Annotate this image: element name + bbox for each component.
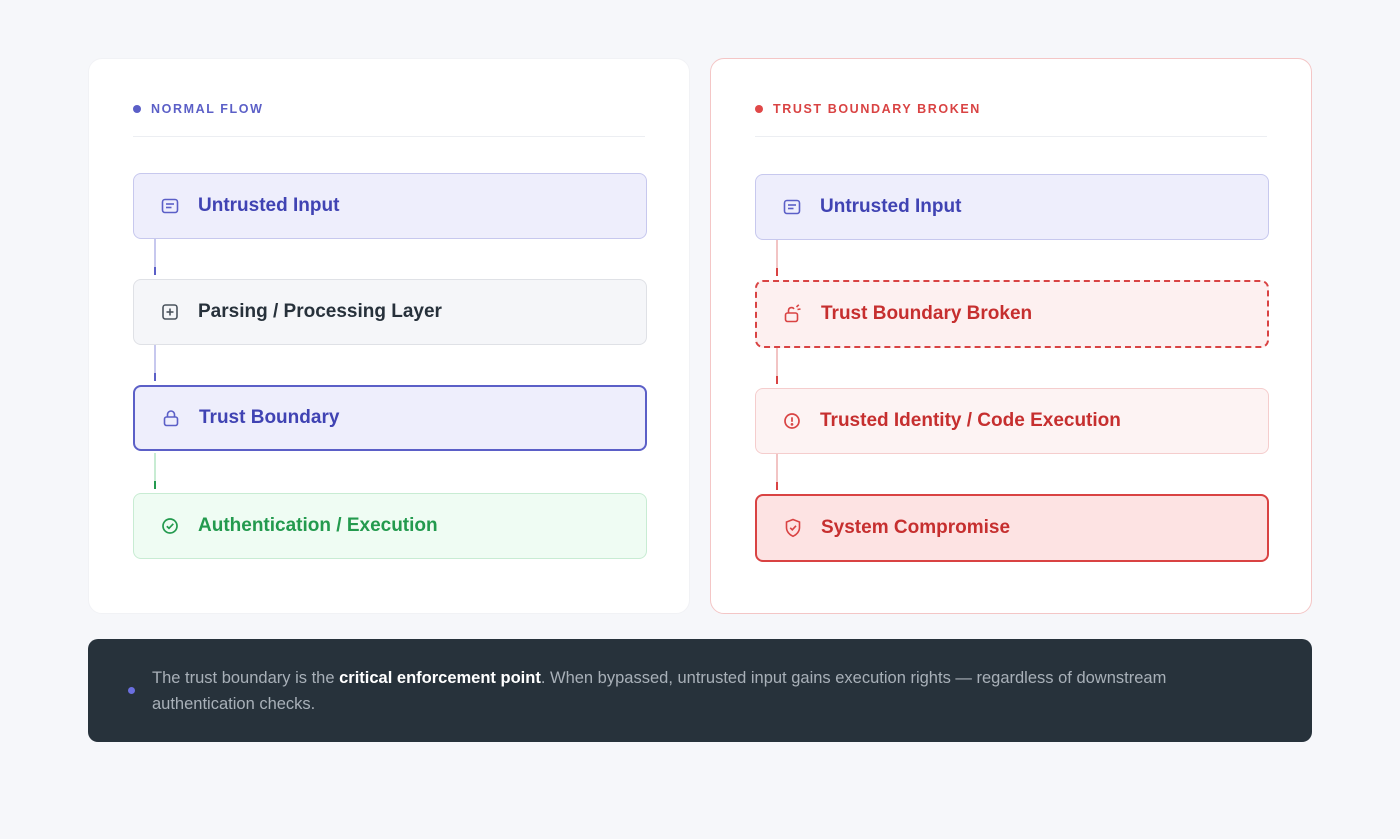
trust-boundary-broken-panel: TRUST BOUNDARY BROKEN Untrusted Input Tr… bbox=[710, 58, 1312, 614]
node-label: Trust Boundary bbox=[199, 407, 340, 428]
node-system-compromise: System Compromise bbox=[755, 494, 1269, 562]
bullet-dot bbox=[128, 687, 135, 694]
node-label: System Compromise bbox=[821, 517, 1011, 538]
plus-square-icon bbox=[160, 302, 180, 322]
status-dot bbox=[755, 104, 763, 113]
node-untrusted-input: Untrusted Input bbox=[755, 174, 1269, 240]
panel-title: NORMAL FLOW bbox=[151, 101, 264, 116]
node-trust-boundary: Trust Boundary bbox=[133, 385, 647, 451]
flow-connector bbox=[776, 454, 778, 490]
note-text: The trust boundary is the critical enfor… bbox=[152, 665, 1272, 717]
unlock-icon bbox=[783, 304, 803, 324]
node-label: Parsing / Processing Layer bbox=[198, 301, 442, 322]
node-parsing-layer: Parsing / Processing Layer bbox=[133, 279, 647, 345]
message-icon bbox=[782, 197, 802, 217]
check-circle-icon bbox=[160, 516, 180, 536]
node-trust-boundary-broken: Trust Boundary Broken bbox=[755, 280, 1269, 348]
panel-title: TRUST BOUNDARY BROKEN bbox=[773, 101, 981, 116]
flow-connector bbox=[776, 240, 778, 276]
note-emphasis: critical enforcement point bbox=[339, 668, 541, 687]
flow-connector bbox=[154, 453, 156, 489]
node-label: Untrusted Input bbox=[198, 195, 340, 216]
panel-header: NORMAL FLOW bbox=[133, 59, 645, 137]
flow-connector bbox=[154, 345, 156, 381]
node-trusted-identity: Trusted Identity / Code Execution bbox=[755, 388, 1269, 454]
node-label: Authentication / Execution bbox=[198, 515, 438, 536]
node-label: Untrusted Input bbox=[820, 196, 962, 217]
node-label: Trust Boundary Broken bbox=[821, 303, 1033, 324]
flow-connector bbox=[154, 239, 156, 275]
summary-note: The trust boundary is the critical enfor… bbox=[88, 639, 1312, 742]
status-dot bbox=[133, 104, 141, 113]
note-prefix: The trust boundary is the bbox=[152, 668, 340, 687]
node-untrusted-input: Untrusted Input bbox=[133, 173, 647, 239]
panel-header: TRUST BOUNDARY BROKEN bbox=[755, 59, 1267, 137]
normal-flow-panel: NORMAL FLOW Untrusted Input Parsing / Pr… bbox=[88, 58, 690, 614]
node-label: Trusted Identity / Code Execution bbox=[820, 410, 1121, 431]
flow-connector bbox=[776, 348, 778, 384]
alert-circle-icon bbox=[782, 411, 802, 431]
node-authentication-execution: Authentication / Execution bbox=[133, 493, 647, 559]
message-icon bbox=[160, 196, 180, 216]
shield-check-icon bbox=[783, 518, 803, 538]
lock-icon bbox=[161, 408, 181, 428]
